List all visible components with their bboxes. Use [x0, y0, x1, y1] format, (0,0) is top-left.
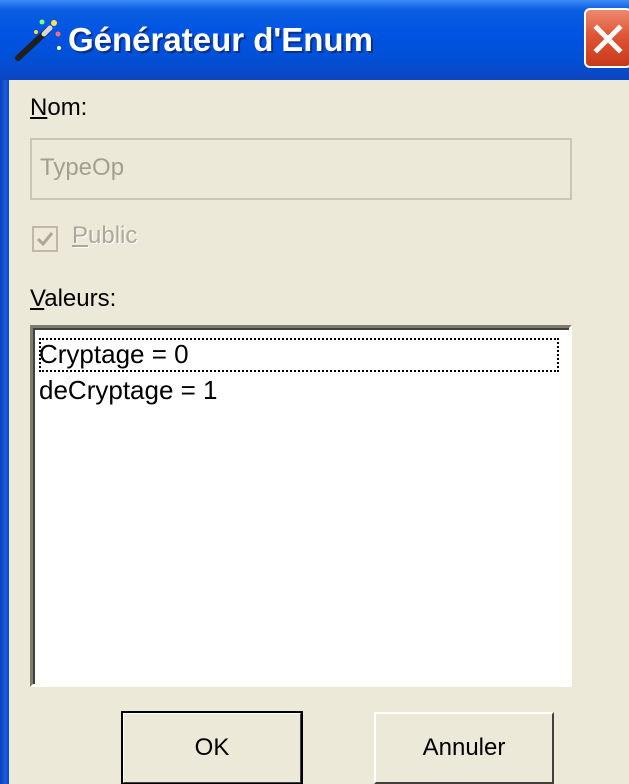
checkmark-icon	[36, 232, 54, 247]
name-input[interactable]: TypeOp	[30, 138, 572, 200]
public-checkbox[interactable]	[32, 226, 58, 252]
values-list[interactable]: Cryptage = 0 deCryptage = 1	[30, 325, 572, 687]
public-label[interactable]: Public	[72, 222, 137, 250]
enum-generator-dialog: Générateur d'Enum Nom: TypeOp Public Val…	[0, 0, 629, 784]
title-bar[interactable]: Générateur d'Enum	[0, 0, 629, 80]
window-frame-left	[0, 80, 9, 784]
close-icon	[593, 24, 623, 54]
window-title: Générateur d'Enum	[68, 21, 373, 58]
values-label: Valeurs:	[30, 285, 117, 312]
list-item[interactable]: Cryptage = 0	[39, 338, 559, 372]
list-item[interactable]: deCryptage = 1	[39, 374, 218, 408]
ok-button[interactable]: OK	[121, 711, 303, 784]
cancel-button[interactable]: Annuler	[374, 712, 554, 784]
magic-wand-icon	[15, 19, 61, 61]
close-button[interactable]	[584, 8, 629, 68]
name-label: Nom:	[30, 94, 88, 121]
